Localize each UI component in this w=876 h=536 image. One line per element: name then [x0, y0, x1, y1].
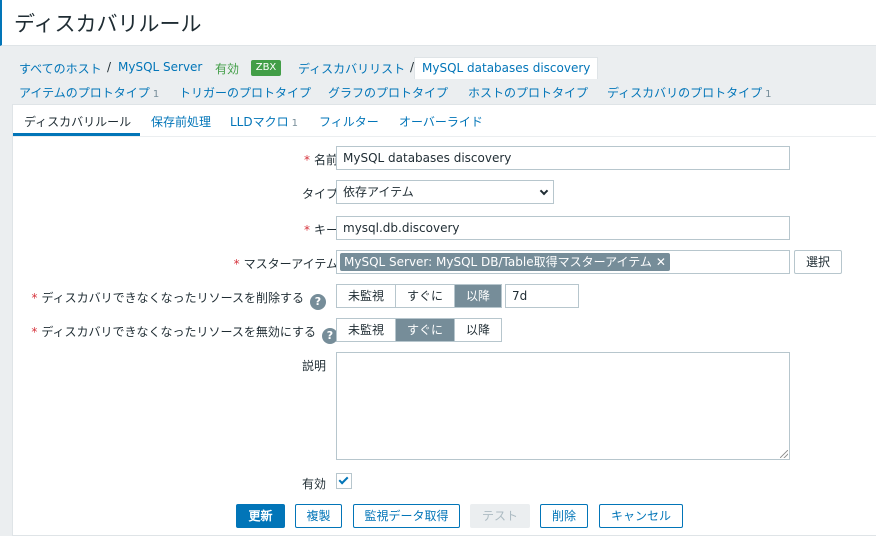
- delete-lost-label-text: ディスカバリできなくなったリソースを削除する: [41, 291, 304, 305]
- master-item-label: * マスターアイテム: [234, 255, 338, 272]
- cancel-button[interactable]: キャンセル: [599, 504, 683, 528]
- item-prototypes-label: アイテムのプロトタイプ: [19, 86, 150, 100]
- tab-bar: ディスカバリルール 保存前処理 LLDマクロ 1 フィルター オーバーライド: [13, 105, 876, 137]
- disable-lost-option-never[interactable]: 未監視: [337, 319, 396, 341]
- disable-lost-label-text: ディスカバリできなくなったリソースを無効にする: [41, 325, 316, 339]
- discovery-prototypes-label: ディスカバリのプロトタイプ: [607, 86, 763, 100]
- form-panel: ディスカバリルール 保存前処理 LLDマクロ 1 フィルター オーバーライド * 名…: [12, 104, 876, 536]
- master-item-label-text: マスターアイテム: [243, 257, 338, 271]
- master-item-multiselect[interactable]: MySQL Server: MySQL DB/Table取得マスターアイテム ✕: [336, 250, 790, 274]
- required-mark: *: [31, 325, 38, 339]
- delete-lost-option-after[interactable]: 以降: [455, 285, 501, 307]
- disable-lost-option-immediately[interactable]: すぐに: [396, 319, 455, 341]
- tab-preprocessing[interactable]: 保存前処理: [151, 113, 211, 130]
- clone-button[interactable]: 複製: [295, 504, 342, 528]
- name-input[interactable]: MySQL databases discovery: [336, 146, 790, 170]
- delete-lost-period-input[interactable]: 7d: [505, 284, 579, 308]
- breadcrumb-discovery-list[interactable]: ディスカバリリスト: [298, 60, 405, 77]
- delete-lost-option-never[interactable]: 未監視: [337, 285, 396, 307]
- chevron-down-icon: [539, 186, 549, 196]
- breadcrumb-all-hosts[interactable]: すべてのホスト: [19, 60, 102, 77]
- item-prototypes-link[interactable]: アイテムのプロトタイプ 1: [19, 84, 159, 101]
- active-tab-indicator: [13, 133, 140, 136]
- test-button: テスト: [470, 504, 530, 528]
- discovery-prototypes-count: 1: [765, 89, 772, 100]
- name-label: * 名前: [304, 151, 338, 168]
- host-prototypes-link[interactable]: ホストのプロトタイプ: [468, 84, 588, 101]
- tab-filters[interactable]: フィルター: [319, 113, 379, 130]
- breadcrumb-separator: /: [107, 60, 112, 74]
- description-textarea[interactable]: [336, 352, 790, 460]
- breadcrumb-host[interactable]: MySQL Server: [118, 60, 202, 74]
- discovery-prototypes-link[interactable]: ディスカバリのプロトタイプ 1: [607, 84, 772, 101]
- update-button[interactable]: 更新: [236, 504, 285, 528]
- type-select[interactable]: 依存アイテム: [336, 180, 554, 204]
- disable-lost-option-after[interactable]: 以降: [455, 319, 501, 341]
- key-label-text: キー: [313, 223, 338, 237]
- master-item-chip: MySQL Server: MySQL DB/Table取得マスターアイテム ✕: [340, 253, 670, 271]
- page-header: ディスカバリルール: [0, 0, 876, 46]
- host-prototypes-label: ホストのプロトタイプ: [468, 86, 589, 100]
- select-master-item-button[interactable]: 選択: [794, 250, 842, 274]
- tab-discovery-rule-label: ディスカバリルール: [24, 115, 132, 129]
- key-input[interactable]: mysql.db.discovery: [336, 216, 790, 240]
- resize-grip-icon[interactable]: [780, 450, 788, 458]
- name-label-text: 名前: [313, 153, 338, 167]
- graph-prototypes-link[interactable]: グラフのプロトタイプ: [328, 84, 448, 101]
- tab-discovery-rule[interactable]: ディスカバリルール: [24, 113, 131, 130]
- check-now-button[interactable]: 監視データ取得: [353, 504, 460, 528]
- tab-lld-macros[interactable]: LLDマクロ 1: [230, 113, 298, 130]
- master-item-chip-label: MySQL Server: MySQL DB/Table取得マスターアイテム: [344, 255, 652, 269]
- required-mark: *: [303, 153, 310, 167]
- close-icon[interactable]: ✕: [656, 255, 666, 269]
- tab-overrides[interactable]: オーバーライド: [399, 113, 483, 130]
- page-title: ディスカバリルール: [14, 12, 202, 36]
- tab-preprocessing-label: 保存前処理: [151, 115, 212, 129]
- delete-lost-label: * ディスカバリできなくなったリソースを削除する?: [31, 289, 326, 310]
- enabled-label: 有効: [301, 477, 326, 491]
- tab-lld-macros-count: 1: [291, 118, 298, 129]
- required-mark: *: [31, 291, 38, 305]
- tab-filters-label: フィルター: [319, 115, 379, 129]
- zbx-availability-badge: ZBX: [251, 60, 281, 76]
- type-select-value: 依存アイテム: [343, 185, 414, 199]
- host-status-enabled[interactable]: 有効: [215, 60, 239, 77]
- breadcrumb-current[interactable]: MySQL databases discovery: [414, 57, 599, 79]
- required-mark: *: [233, 257, 240, 271]
- tab-lld-macros-label: LLDマクロ: [230, 115, 289, 129]
- disable-lost-label: * ディスカバリできなくなったリソースを無効にする?: [31, 323, 338, 344]
- graph-prototypes-label: グラフのプロトタイプ: [328, 86, 449, 100]
- help-icon[interactable]: ?: [310, 294, 326, 310]
- required-mark: *: [303, 223, 310, 237]
- item-prototypes-count: 1: [152, 89, 160, 100]
- delete-button[interactable]: 削除: [540, 504, 588, 528]
- description-label: 説明: [301, 359, 326, 373]
- checkmark-icon: [338, 474, 349, 485]
- select-button-label: 選択: [805, 255, 830, 269]
- type-label: タイプ: [301, 187, 338, 201]
- delete-lost-segmented: 未監視 すぐに 以降: [336, 284, 502, 308]
- enabled-checkbox[interactable]: [336, 473, 352, 489]
- tab-overrides-label: オーバーライド: [399, 115, 483, 129]
- disable-lost-segmented: 未監視 すぐに 以降: [336, 318, 502, 342]
- key-label: * キー: [304, 221, 338, 238]
- delete-lost-option-immediately[interactable]: すぐに: [396, 285, 455, 307]
- trigger-prototypes-label: トリガーのプロトタイプ: [179, 86, 312, 100]
- trigger-prototypes-link[interactable]: トリガーのプロトタイプ: [179, 84, 311, 101]
